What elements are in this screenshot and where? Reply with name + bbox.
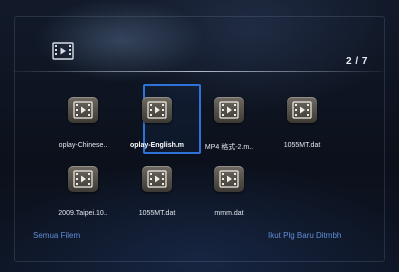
video-file-icon [142, 166, 172, 192]
file-label: MP4 格式-2.m.. [204, 144, 254, 151]
file-label: oplay-English.m [129, 142, 185, 149]
video-file-icon [214, 166, 244, 192]
media-browser-screen: 2 / 7 oplay-Chinese.. oplay-English.m MP4 … [0, 0, 399, 272]
video-folder-icon [52, 42, 74, 60]
header-divider [14, 71, 383, 72]
video-file-icon [68, 97, 98, 123]
video-file-icon [68, 166, 98, 192]
filter-all-files[interactable]: Semua Filem [33, 231, 80, 240]
file-label: mmm.dat [214, 210, 244, 217]
file-label: 1055MT.dat [138, 210, 176, 217]
video-file-icon [214, 97, 244, 123]
video-file-icon [287, 97, 317, 123]
file-label: oplay-Chinese.. [58, 142, 108, 149]
video-file-icon [142, 97, 172, 123]
file-label: 2009.Taipei.10.. [58, 210, 108, 217]
sort-newest-added[interactable]: Ikut Plg Baru Ditmbh [268, 231, 341, 240]
file-label: 1055MT.dat [283, 142, 321, 149]
page-indicator: 2 / 7 [346, 56, 368, 67]
